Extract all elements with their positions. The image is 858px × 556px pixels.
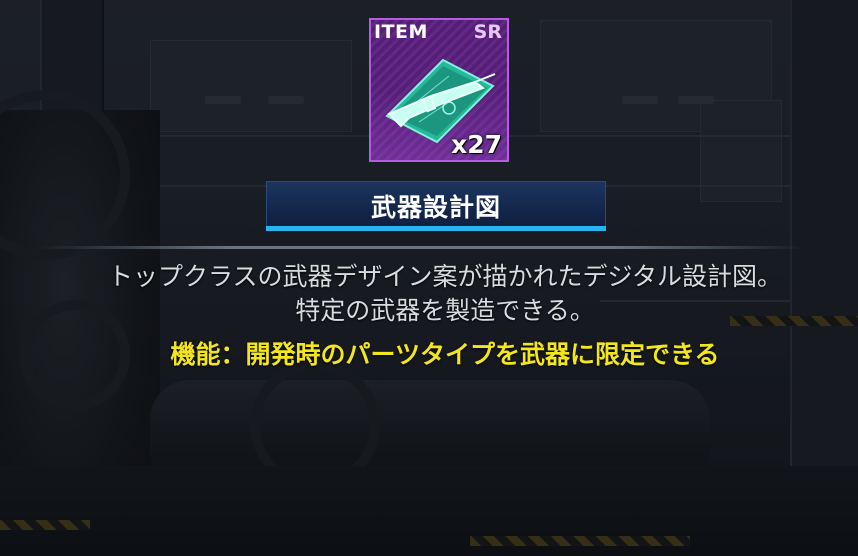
- item-feature-text: 機能：開発時のパーツタイプを武器に限定できる: [170, 340, 720, 369]
- item-quantity: x27: [451, 130, 502, 159]
- divider: [40, 246, 804, 249]
- item-name-plate: 武器設計図: [266, 181, 606, 231]
- name-underline: [266, 226, 606, 231]
- item-name: 武器設計図: [370, 193, 501, 222]
- item-description: トップクラスの武器デザイン案が描かれたデジタル設計図。特定の武器を製造できる。: [107, 262, 782, 325]
- item-tag-label: ITEM: [374, 21, 428, 43]
- rarity-label: SR: [473, 21, 502, 43]
- item-card[interactable]: ITEM SR x27: [369, 18, 509, 162]
